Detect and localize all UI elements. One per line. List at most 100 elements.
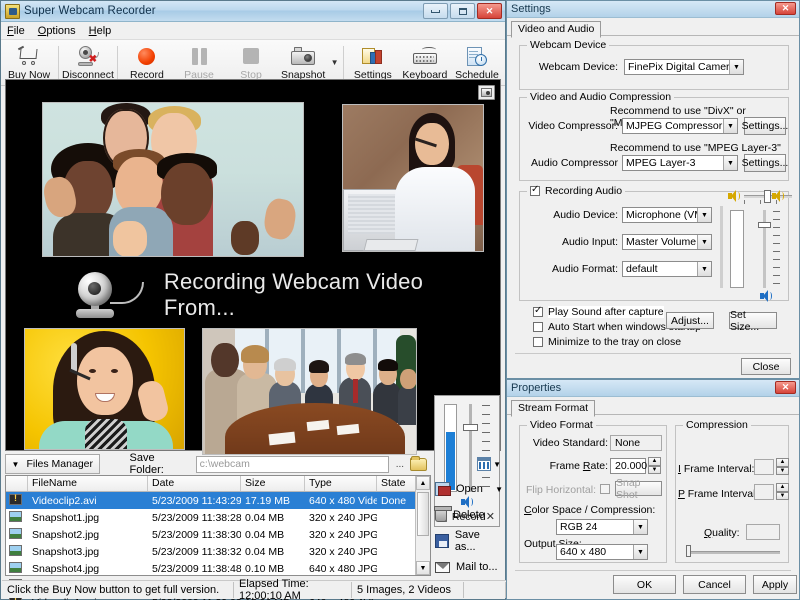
open-dropdown-caret-icon[interactable]: ▼ [495,485,503,494]
ok-button[interactable]: OK [613,575,676,594]
maximize-icon [459,8,467,15]
frame-rate-input[interactable]: 20.000 [610,458,646,474]
folder-icon[interactable] [410,458,426,471]
i-frame-spinner[interactable]: ▲▼ [776,458,789,475]
files-manager-tab[interactable]: ▼ Files Manager [5,454,100,474]
table-row[interactable]: Snapshot4.jpg 5/23/2009 11:38:48... 0.10… [6,560,430,577]
settings-close-bottom-button[interactable]: Close [741,358,791,375]
menu-options[interactable]: Options [38,25,76,37]
p-frame-input[interactable] [754,484,774,500]
cell-size: 0.04 MB [241,529,305,541]
i-frame-input[interactable] [754,459,774,475]
jpg-file-icon [6,528,28,542]
minimize-tray-checkbox[interactable]: Minimize to the tray on close [533,336,681,348]
open-label: Open [456,483,483,495]
audio-format-combo[interactable]: default ▼ [622,261,712,277]
p-frame-spinner[interactable]: ▲▼ [776,483,789,500]
settings-tabstrip: Video and Audio [507,18,799,36]
settings-close-button[interactable]: ✕ [775,2,796,15]
browse-button[interactable]: ... [396,459,404,470]
minimize-icon [431,10,440,13]
column-header-date[interactable]: Date [148,476,241,491]
video-preview-area[interactable]: Recording Webcam Video From... [5,79,501,451]
properties-window: Properties ✕ Stream Format Video Format … [506,379,800,600]
chevron-down-icon[interactable]: ▼ [729,60,743,74]
scrollbar-thumb[interactable] [417,492,429,536]
spinner-down-icon[interactable]: ▼ [776,467,789,476]
view-mode-caret-icon[interactable]: ▼ [493,460,501,469]
menu-help[interactable]: Help [89,25,112,37]
output-size-combo[interactable]: 640 x 480 ▼ [556,544,648,560]
maximize-button[interactable] [450,3,475,19]
chevron-down-icon[interactable]: ▼ [697,262,711,276]
speaker-icon[interactable] [760,290,772,305]
mail-to-button[interactable]: Mail to... [435,555,503,579]
spinner-up-icon[interactable]: ▲ [776,483,789,492]
table-row[interactable]: Snapshot1.jpg 5/23/2009 11:38:28... 0.04… [6,509,430,526]
flip-horizontal-checkbox[interactable] [600,484,610,494]
save-as-button[interactable]: Save as... [435,529,503,553]
spinner-down-icon[interactable]: ▼ [776,492,789,501]
snap-shot-button[interactable]: Snap Shot [615,481,662,496]
listview-scrollbar[interactable]: ▲ ▼ [415,476,430,575]
settings-divider [515,353,791,354]
scroll-down-icon[interactable]: ▼ [416,561,430,575]
quality-slider-thumb[interactable] [686,545,691,557]
audio-compressor-combo[interactable]: MPEG Layer-3 ▼ [622,155,738,171]
tab-stream-format[interactable]: Stream Format [511,400,595,417]
files-listview[interactable]: FileName Date Size Type State Videoclip2… [5,475,431,576]
play-sound-checkbox[interactable]: Play Sound after capture [533,306,664,318]
chevron-down-icon[interactable]: ▼ [723,156,737,170]
open-button[interactable]: Open ▼ [435,477,503,501]
spinner-up-icon[interactable]: ▲ [776,458,789,467]
audio-device-combo[interactable]: Microphone (VMware VM ▼ [622,207,712,223]
video-compressor-settings-button[interactable]: Settings... [744,117,786,135]
audio-compressor-settings-button[interactable]: Settings... [744,154,786,172]
apply-button[interactable]: Apply [753,575,797,594]
spinner-down-icon[interactable]: ▼ [648,466,661,475]
cancel-button[interactable]: Cancel [683,575,746,594]
color-space-combo[interactable]: RGB 24 ▼ [556,519,648,535]
chevron-down-icon[interactable]: ▼ [633,545,647,559]
delete-button[interactable]: Delete [435,503,503,527]
video-compressor-combo[interactable]: MJPEG Compressor ▼ [622,118,738,134]
audio-input-combo[interactable]: Master Volume ▼ [622,234,712,250]
adjust-button[interactable]: Adjust... [666,312,714,329]
chevron-down-icon[interactable]: ▼ [723,119,737,133]
chevron-down-icon[interactable]: ▼ [697,235,711,249]
close-button[interactable]: ✕ [477,3,502,19]
settings-window: Settings ✕ Video and Audio Webcam Device… [506,0,800,379]
quality-slider[interactable] [686,551,780,554]
properties-compression-group: Compression I Frame Interval: ▲▼ P Frame… [675,425,789,563]
quality-input[interactable] [746,524,780,540]
table-row[interactable]: Snapshot2.jpg 5/23/2009 11:38:30... 0.04… [6,526,430,543]
column-header-filename[interactable]: FileName [28,476,148,491]
menu-file[interactable]: File [7,25,25,37]
set-size-button[interactable]: Set Size... [729,312,777,329]
tab-video-and-audio[interactable]: Video and Audio [511,21,601,38]
column-header-size[interactable]: Size [241,476,305,491]
table-row[interactable]: Videoclip2.avi 5/23/2009 11:43:29... 17.… [6,492,430,509]
audio-volume-thumb[interactable] [758,222,771,228]
column-header-type[interactable]: Type [305,476,377,491]
cell-date: 5/23/2009 11:38:48... [148,563,241,575]
minimize-button[interactable] [423,3,448,19]
snapshot-corner-icon[interactable] [478,85,495,100]
webcam-device-combo[interactable]: FinePix Digital Camera 020724 (W ▼ [624,59,744,75]
vu-volume-thumb[interactable] [463,424,478,431]
video-compressor-label: Video Compressor: [522,120,618,132]
properties-close-button[interactable]: ✕ [775,381,796,394]
recording-audio-checkbox[interactable]: Recording Audio [527,185,625,197]
toolbar-separator [117,46,118,79]
file-actions: Open ▼ Delete Save as... Mail to... [435,475,503,576]
table-row[interactable]: Snapshot3.jpg 5/23/2009 11:38:32... 0.04… [6,543,430,560]
chevron-down-icon[interactable]: ▼ [633,520,647,534]
spinner-up-icon[interactable]: ▲ [648,457,661,466]
frame-rate-spinner[interactable]: ▲▼ [648,457,661,474]
scroll-up-icon[interactable]: ▲ [416,476,430,490]
audio-input-value: Master Volume [626,236,696,248]
status-counts: 5 Images, 2 Videos [352,582,464,598]
save-folder-input[interactable]: c:\webcam [196,456,389,473]
view-mode-icon[interactable] [477,457,492,471]
chevron-down-icon[interactable]: ▼ [697,208,711,222]
